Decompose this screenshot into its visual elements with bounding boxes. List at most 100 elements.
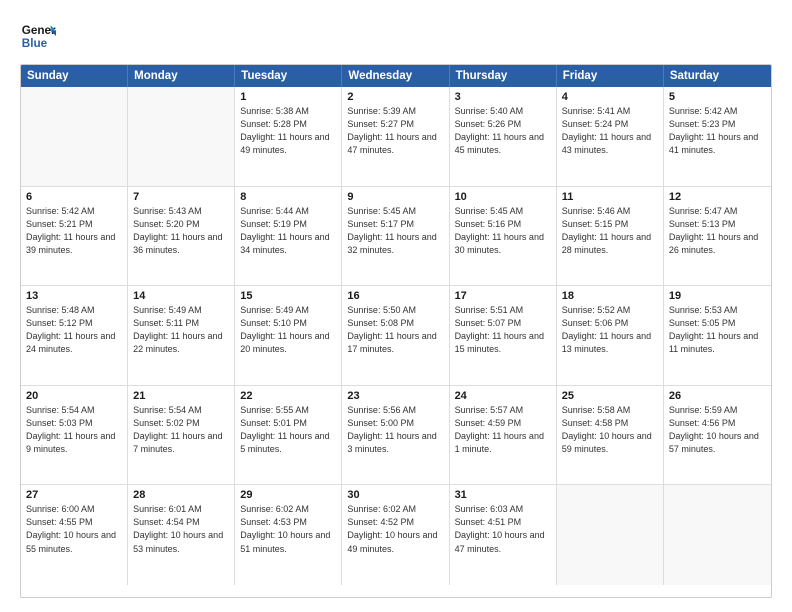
day-info: Sunrise: 5:42 AM Sunset: 5:21 PM Dayligh… [26, 205, 122, 257]
calendar-cell: 14 Sunrise: 5:49 AM Sunset: 5:11 PM Dayli… [128, 286, 235, 385]
day-number: 12 [669, 191, 766, 203]
logo: General Blue [20, 18, 56, 54]
day-info: Sunrise: 5:40 AM Sunset: 5:26 PM Dayligh… [455, 105, 551, 157]
day-number: 18 [562, 290, 658, 302]
calendar-cell: 31Sunrise: 6:03 AM Sunset: 4:51 PM Dayli… [450, 485, 557, 585]
calendar-cell: 16 Sunrise: 5:50 AM Sunset: 5:08 PM Dayli… [342, 286, 449, 385]
calendar-row: 27 Sunrise: 6:00 AM Sunset: 4:55 PM Dayli… [21, 485, 771, 585]
calendar-cell: 18 Sunrise: 5:52 AM Sunset: 5:06 PM Dayli… [557, 286, 664, 385]
day-number: 22 [240, 390, 336, 402]
day-number: 21 [133, 390, 229, 402]
day-number: 4 [562, 91, 658, 103]
day-info: Sunrise: 5:55 AM Sunset: 5:01 PM Dayligh… [240, 404, 336, 456]
calendar-cell: 12 Sunrise: 5:47 AM Sunset: 5:13 PM Dayli… [664, 187, 771, 286]
day-number: 24 [455, 390, 551, 402]
day-number: 13 [26, 290, 122, 302]
day-info: Sunrise: 5:54 AM Sunset: 5:03 PM Dayligh… [26, 404, 122, 456]
day-number: 2 [347, 91, 443, 103]
header: General Blue [20, 18, 772, 54]
calendar-cell: 27 Sunrise: 6:00 AM Sunset: 4:55 PM Dayli… [21, 485, 128, 585]
day-info: Sunrise: 5:49 AM Sunset: 5:11 PM Dayligh… [133, 304, 229, 356]
calendar-cell: 4Sunrise: 5:41 AM Sunset: 5:24 PM Daylig… [557, 87, 664, 186]
day-number: 10 [455, 191, 551, 203]
calendar-cell: 28 Sunrise: 6:01 AM Sunset: 4:54 PM Dayli… [128, 485, 235, 585]
day-number: 29 [240, 489, 336, 501]
calendar-cell: 19Sunrise: 5:53 AM Sunset: 5:05 PM Dayli… [664, 286, 771, 385]
day-info: Sunrise: 5:45 AM Sunset: 5:17 PM Dayligh… [347, 205, 443, 257]
day-info: Sunrise: 6:02 AM Sunset: 4:52 PM Dayligh… [347, 503, 443, 555]
day-number: 14 [133, 290, 229, 302]
weekday-header: Thursday [450, 65, 557, 87]
day-number: 3 [455, 91, 551, 103]
day-number: 8 [240, 191, 336, 203]
day-info: Sunrise: 5:42 AM Sunset: 5:23 PM Dayligh… [669, 105, 766, 157]
calendar-cell: 9 Sunrise: 5:45 AM Sunset: 5:17 PM Daylig… [342, 187, 449, 286]
day-info: Sunrise: 5:54 AM Sunset: 5:02 PM Dayligh… [133, 404, 229, 456]
day-info: Sunrise: 5:45 AM Sunset: 5:16 PM Dayligh… [455, 205, 551, 257]
calendar-cell: 2 Sunrise: 5:39 AM Sunset: 5:27 PM Daylig… [342, 87, 449, 186]
calendar-header: SundayMondayTuesdayWednesdayThursdayFrid… [21, 65, 771, 87]
day-info: Sunrise: 5:58 AM Sunset: 4:58 PM Dayligh… [562, 404, 658, 456]
day-info: Sunrise: 6:01 AM Sunset: 4:54 PM Dayligh… [133, 503, 229, 555]
weekday-header: Sunday [21, 65, 128, 87]
day-info: Sunrise: 5:39 AM Sunset: 5:27 PM Dayligh… [347, 105, 443, 157]
day-number: 26 [669, 390, 766, 402]
calendar-cell: 3 Sunrise: 5:40 AM Sunset: 5:26 PM Daylig… [450, 87, 557, 186]
day-info: Sunrise: 5:38 AM Sunset: 5:28 PM Dayligh… [240, 105, 336, 157]
day-number: 16 [347, 290, 443, 302]
day-number: 7 [133, 191, 229, 203]
calendar-cell: 8 Sunrise: 5:44 AM Sunset: 5:19 PM Daylig… [235, 187, 342, 286]
day-number: 23 [347, 390, 443, 402]
day-number: 1 [240, 91, 336, 103]
day-info: Sunrise: 6:03 AM Sunset: 4:51 PM Dayligh… [455, 503, 551, 555]
calendar-cell: 20 Sunrise: 5:54 AM Sunset: 5:03 PM Dayli… [21, 386, 128, 485]
calendar-cell: 22 Sunrise: 5:55 AM Sunset: 5:01 PM Dayli… [235, 386, 342, 485]
calendar-cell: 6 Sunrise: 5:42 AM Sunset: 5:21 PM Daylig… [21, 187, 128, 286]
calendar-row: 6 Sunrise: 5:42 AM Sunset: 5:21 PM Daylig… [21, 187, 771, 287]
calendar-cell: 23 Sunrise: 5:56 AM Sunset: 5:00 PM Dayli… [342, 386, 449, 485]
day-number: 9 [347, 191, 443, 203]
day-info: Sunrise: 5:50 AM Sunset: 5:08 PM Dayligh… [347, 304, 443, 356]
day-number: 30 [347, 489, 443, 501]
calendar-cell: 30 Sunrise: 6:02 AM Sunset: 4:52 PM Dayli… [342, 485, 449, 585]
svg-text:Blue: Blue [22, 37, 48, 50]
calendar-cell: 17Sunrise: 5:51 AM Sunset: 5:07 PM Dayli… [450, 286, 557, 385]
day-info: Sunrise: 5:59 AM Sunset: 4:56 PM Dayligh… [669, 404, 766, 456]
calendar-cell: 13 Sunrise: 5:48 AM Sunset: 5:12 PM Dayli… [21, 286, 128, 385]
day-number: 28 [133, 489, 229, 501]
day-info: Sunrise: 5:47 AM Sunset: 5:13 PM Dayligh… [669, 205, 766, 257]
calendar-cell: 21 Sunrise: 5:54 AM Sunset: 5:02 PM Dayli… [128, 386, 235, 485]
calendar-row: 1 Sunrise: 5:38 AM Sunset: 5:28 PM Daylig… [21, 87, 771, 187]
calendar-cell [128, 87, 235, 186]
day-number: 20 [26, 390, 122, 402]
calendar-cell: 5Sunrise: 5:42 AM Sunset: 5:23 PM Daylig… [664, 87, 771, 186]
day-info: Sunrise: 5:43 AM Sunset: 5:20 PM Dayligh… [133, 205, 229, 257]
day-info: Sunrise: 5:52 AM Sunset: 5:06 PM Dayligh… [562, 304, 658, 356]
day-info: Sunrise: 6:02 AM Sunset: 4:53 PM Dayligh… [240, 503, 336, 555]
calendar: SundayMondayTuesdayWednesdayThursdayFrid… [20, 64, 772, 598]
day-info: Sunrise: 5:46 AM Sunset: 5:15 PM Dayligh… [562, 205, 658, 257]
calendar-cell [664, 485, 771, 585]
day-number: 27 [26, 489, 122, 501]
day-info: Sunrise: 5:51 AM Sunset: 5:07 PM Dayligh… [455, 304, 551, 356]
day-info: Sunrise: 5:44 AM Sunset: 5:19 PM Dayligh… [240, 205, 336, 257]
weekday-header: Saturday [664, 65, 771, 87]
weekday-header: Tuesday [235, 65, 342, 87]
weekday-header: Monday [128, 65, 235, 87]
calendar-cell: 25Sunrise: 5:58 AM Sunset: 4:58 PM Dayli… [557, 386, 664, 485]
day-info: Sunrise: 6:00 AM Sunset: 4:55 PM Dayligh… [26, 503, 122, 555]
day-number: 6 [26, 191, 122, 203]
calendar-cell: 10 Sunrise: 5:45 AM Sunset: 5:16 PM Dayli… [450, 187, 557, 286]
calendar-cell: 26 Sunrise: 5:59 AM Sunset: 4:56 PM Dayli… [664, 386, 771, 485]
calendar-cell: 1 Sunrise: 5:38 AM Sunset: 5:28 PM Daylig… [235, 87, 342, 186]
day-info: Sunrise: 5:53 AM Sunset: 5:05 PM Dayligh… [669, 304, 766, 356]
day-number: 11 [562, 191, 658, 203]
weekday-header: Friday [557, 65, 664, 87]
day-info: Sunrise: 5:56 AM Sunset: 5:00 PM Dayligh… [347, 404, 443, 456]
calendar-cell [557, 485, 664, 585]
logo-icon: General Blue [20, 18, 56, 54]
calendar-cell: 15Sunrise: 5:49 AM Sunset: 5:10 PM Dayli… [235, 286, 342, 385]
day-info: Sunrise: 5:48 AM Sunset: 5:12 PM Dayligh… [26, 304, 122, 356]
calendar-cell: 24Sunrise: 5:57 AM Sunset: 4:59 PM Dayli… [450, 386, 557, 485]
calendar-cell: 11 Sunrise: 5:46 AM Sunset: 5:15 PM Dayli… [557, 187, 664, 286]
